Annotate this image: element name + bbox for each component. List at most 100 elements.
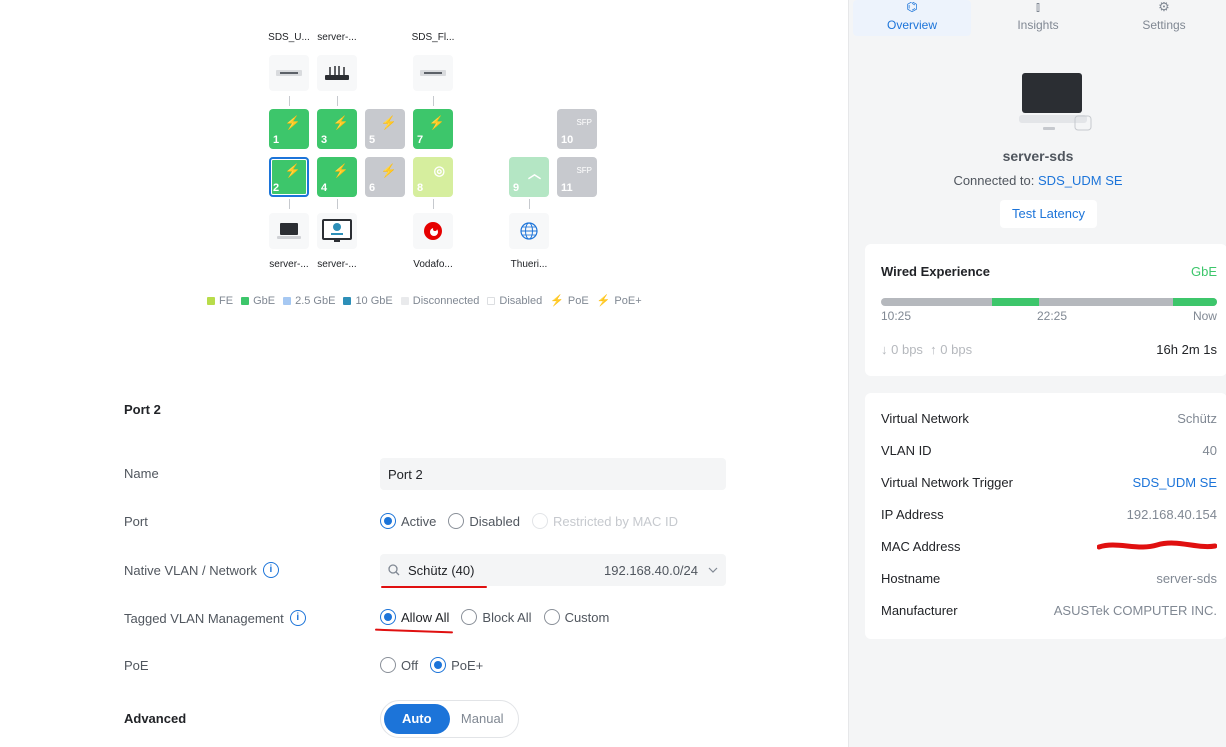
tab-overview[interactable]: ⌬ Overview: [853, 0, 971, 36]
poe-icon: ⚡: [428, 115, 445, 130]
device-label-bottom-4[interactable]: server-...: [315, 259, 359, 270]
tagged-custom-radio[interactable]: Custom: [543, 609, 609, 625]
tab-settings[interactable]: ⚙ Settings: [1105, 0, 1223, 36]
binoculars-icon: ⌬: [906, 2, 918, 14]
details-card: Virtual Network Schütz VLAN ID 40 Virtual …: [865, 393, 1226, 639]
port-10[interactable]: SFP 10: [557, 109, 597, 149]
connector-line: [289, 96, 290, 106]
info-icon[interactable]: i: [262, 562, 279, 578]
port-state-group: Active Disabled Restricted by MAC ID: [380, 513, 684, 529]
monitor-icon[interactable]: [317, 213, 357, 249]
detail-row: MAC Address: [881, 539, 1218, 556]
port-3[interactable]: ⚡ 3: [317, 109, 357, 149]
tagged-allow-all-radio[interactable]: Allow All: [380, 609, 449, 625]
poe-plus-icon: ⚡: [596, 295, 611, 307]
globe-icon[interactable]: [509, 213, 549, 249]
connector-line: [337, 96, 338, 106]
vodafone-icon[interactable]: [413, 213, 453, 249]
mac-address-redaction: [1096, 539, 1218, 556]
advanced-manual-button[interactable]: Manual: [450, 704, 516, 734]
port-restricted-radio: Restricted by MAC ID: [532, 513, 678, 529]
poe-icon: ⚡: [380, 115, 397, 130]
port-active-radio[interactable]: Active: [380, 513, 436, 529]
wired-experience-card: Wired Experience GbE 10:25 22:25 Now ↓ 0…: [865, 244, 1226, 376]
advanced-auto-button[interactable]: Auto: [384, 704, 450, 734]
tagged-block-all-radio[interactable]: Block All: [461, 609, 532, 625]
device-label-top-7[interactable]: SDS_Fl...: [411, 32, 455, 43]
detail-row: Manufacturer ASUSTek COMPUTER INC.: [881, 603, 1217, 618]
test-latency-button[interactable]: Test Latency: [1000, 200, 1097, 228]
native-subnet: 192.168.40.0/24: [604, 562, 698, 578]
panel-tabs: ⌬ Overview ⫾ Insights ⚙ Settings: [849, 0, 1226, 40]
poe-plus-icon: ⚡: [284, 115, 301, 130]
wired-header: Wired Experience GbE: [881, 264, 1217, 279]
chevron-down-icon: [708, 567, 718, 573]
port-2[interactable]: ⚡ 2: [269, 157, 309, 197]
poe-plus-icon: ⚡: [284, 163, 301, 178]
traffic-row: ↓ 0 bps ↑ 0 bps 16h 2m 1s: [881, 342, 1217, 357]
tab-insights[interactable]: ⫾ Insights: [979, 0, 1097, 36]
legend-disabled: Disabled: [487, 295, 542, 307]
device-label-top-3[interactable]: server-...: [315, 32, 359, 43]
annotation-underline: [381, 586, 487, 588]
router-icon[interactable]: [317, 55, 357, 91]
device-panel: ⌬ Overview ⫾ Insights ⚙ Settings server-sds…: [848, 0, 1226, 747]
device-label-bottom-2[interactable]: server-...: [267, 259, 311, 270]
detail-row: VLAN ID 40: [881, 443, 1217, 458]
poe-icon: ⚡: [332, 163, 349, 178]
port-7[interactable]: ⚡ 7: [413, 109, 453, 149]
poe-icon: ⚡: [550, 295, 564, 307]
detail-row: Hostname server-sds: [881, 571, 1217, 586]
port-8[interactable]: ◎ 8: [413, 157, 453, 197]
device-label-top-1[interactable]: SDS_U...: [267, 32, 311, 43]
legend-disconnected: Disconnected: [400, 295, 479, 307]
legend-poe-plus: ⚡ PoE+: [596, 295, 642, 307]
info-icon[interactable]: i: [289, 610, 306, 626]
connected-to: Connected to: SDS_UDM SE: [953, 173, 1123, 188]
advanced-toggle: Auto Manual: [380, 700, 519, 738]
upload-arrow-icon: ↑: [930, 342, 937, 357]
port-1[interactable]: ⚡ 1: [269, 109, 309, 149]
experience-timeline: 10:25 22:25 Now: [881, 309, 1217, 323]
bar-chart-icon: ⫾: [1035, 2, 1041, 14]
poe-group: Off PoE+: [380, 657, 489, 673]
legend-fe: FE: [207, 295, 233, 307]
device-label-bottom-9[interactable]: Thueri...: [507, 259, 551, 270]
device-name: server-sds: [1002, 148, 1074, 164]
connector-line: [433, 96, 434, 106]
connector-line: [289, 199, 290, 209]
poe-icon: ⚡: [332, 115, 349, 130]
poe-off-radio[interactable]: Off: [380, 657, 418, 673]
poe-plus-radio[interactable]: PoE+: [430, 657, 483, 673]
trigger-link[interactable]: SDS_UDM SE: [1132, 475, 1217, 490]
switch-icon[interactable]: [269, 55, 309, 91]
port-legend: FE GbE 2.5 GbE 10 GbE Disconnected Disab…: [207, 294, 642, 307]
advanced-label: Advanced: [124, 711, 187, 726]
uplink-icon: ︿: [527, 166, 541, 181]
switch-icon[interactable]: [413, 55, 453, 91]
port-6[interactable]: ⚡ 6: [365, 157, 405, 197]
legend-poe: ⚡ PoE: [550, 295, 589, 307]
device-label-bottom-8[interactable]: Vodafo...: [411, 259, 455, 270]
port-9[interactable]: ︿ 9: [509, 157, 549, 197]
poe-label: PoE: [124, 658, 149, 673]
name-input[interactable]: Port 2: [380, 458, 726, 490]
port-disabled-radio[interactable]: Disabled: [448, 513, 520, 529]
connected-to-link[interactable]: SDS_UDM SE: [1038, 173, 1123, 188]
port-5[interactable]: ⚡ 5: [365, 109, 405, 149]
detail-row: IP Address 192.168.40.154: [881, 507, 1217, 522]
gear-icon: ⚙: [1158, 2, 1170, 14]
port-title: Port 2: [124, 402, 161, 417]
search-icon: [388, 564, 400, 576]
legend-2-5-gbe: 2.5 GbE: [283, 295, 335, 307]
native-vlan-select[interactable]: Schütz (40) 192.168.40.0/24: [380, 554, 726, 586]
uptime: 16h 2m 1s: [1156, 342, 1217, 357]
legend-10-gbe: 10 GbE: [343, 295, 393, 307]
laptop-icon[interactable]: [269, 213, 309, 249]
name-label: Name: [124, 466, 159, 481]
port-11[interactable]: SFP 11: [557, 157, 597, 197]
device-laptop-icon: [1019, 72, 1093, 137]
tagged-vlan-group: Allow All Block All Custom: [380, 609, 615, 625]
legend-gbe: GbE: [241, 295, 275, 307]
port-4[interactable]: ⚡ 4: [317, 157, 357, 197]
